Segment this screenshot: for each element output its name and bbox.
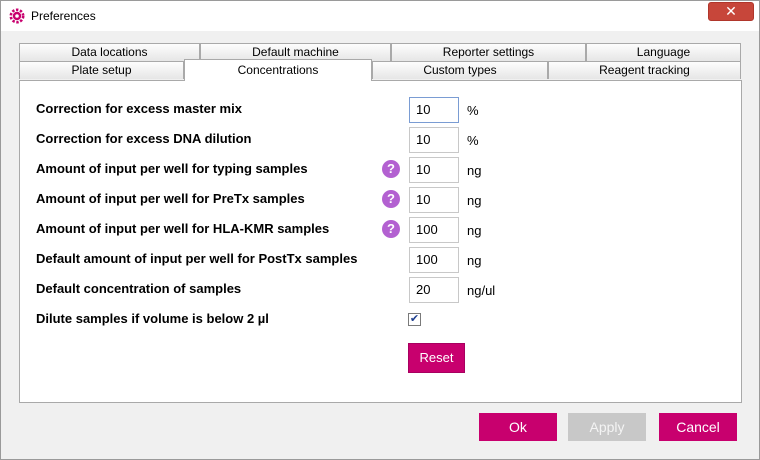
dilute-samples-checkbox[interactable]: ✔: [408, 313, 421, 326]
tab-reporter-settings[interactable]: Reporter settings: [391, 43, 586, 61]
setting-label-pretx-samples: Amount of input per well for PreTx sampl…: [36, 191, 305, 206]
tab-concentrations[interactable]: Concentrations: [184, 59, 372, 81]
setting-label-default-concentration: Default concentration of samples: [36, 281, 242, 296]
master-mix-correction-input[interactable]: 10: [409, 97, 459, 123]
tab-plate-setup[interactable]: Plate setup: [19, 61, 184, 79]
setting-label-typing-samples: Amount of input per well for typing samp…: [36, 161, 308, 176]
typing-samples-input[interactable]: 10: [409, 157, 459, 183]
default-concentration-input[interactable]: 20: [409, 277, 459, 303]
reset-button[interactable]: Reset: [408, 343, 465, 373]
tab-data-locations[interactable]: Data locations: [19, 43, 200, 61]
unit-label: ng: [467, 253, 482, 268]
dialog-body: Data locations Default machine Reporter …: [9, 31, 753, 453]
tab-language[interactable]: Language: [586, 43, 741, 61]
cancel-button[interactable]: Cancel: [659, 413, 737, 441]
setting-label-posttx-samples: Default amount of input per well for Pos…: [36, 251, 358, 266]
tab-custom-types[interactable]: Custom types: [372, 61, 548, 79]
ok-button[interactable]: Ok: [479, 413, 557, 441]
tab-reagent-tracking[interactable]: Reagent tracking: [548, 61, 741, 79]
dilute-samples-label: Dilute samples if volume is below 2 µl: [36, 311, 269, 326]
unit-label: %: [467, 103, 479, 118]
posttx-samples-input[interactable]: 100: [409, 247, 459, 273]
unit-label: ng/ul: [467, 283, 496, 298]
window-title: Preferences: [31, 9, 96, 23]
setting-label-hla-kmr-samples: Amount of input per well for HLA-KMR sam…: [36, 221, 330, 236]
setting-label-dna-dilution: Correction for excess DNA dilution: [36, 131, 252, 146]
help-icon[interactable]: ?: [382, 160, 400, 178]
apply-button[interactable]: Apply: [568, 413, 646, 441]
concentrations-panel: Correction for excess master mix 10 % Co…: [19, 80, 742, 403]
hla-kmr-samples-input[interactable]: 100: [409, 217, 459, 243]
gear-icon: [9, 8, 25, 24]
unit-label: ng: [467, 193, 482, 208]
help-icon[interactable]: ?: [382, 220, 400, 238]
title-bar: Preferences ✕: [1, 1, 759, 31]
unit-label: %: [467, 133, 479, 148]
dna-dilution-correction-input[interactable]: 10: [409, 127, 459, 153]
unit-label: ng: [467, 163, 482, 178]
close-button[interactable]: ✕: [708, 2, 754, 21]
help-icon[interactable]: ?: [382, 190, 400, 208]
preferences-window: Preferences ✕ Data locations Default mac…: [0, 0, 760, 460]
setting-label-master-mix: Correction for excess master mix: [36, 101, 242, 116]
unit-label: ng: [467, 223, 482, 238]
pretx-samples-input[interactable]: 10: [409, 187, 459, 213]
